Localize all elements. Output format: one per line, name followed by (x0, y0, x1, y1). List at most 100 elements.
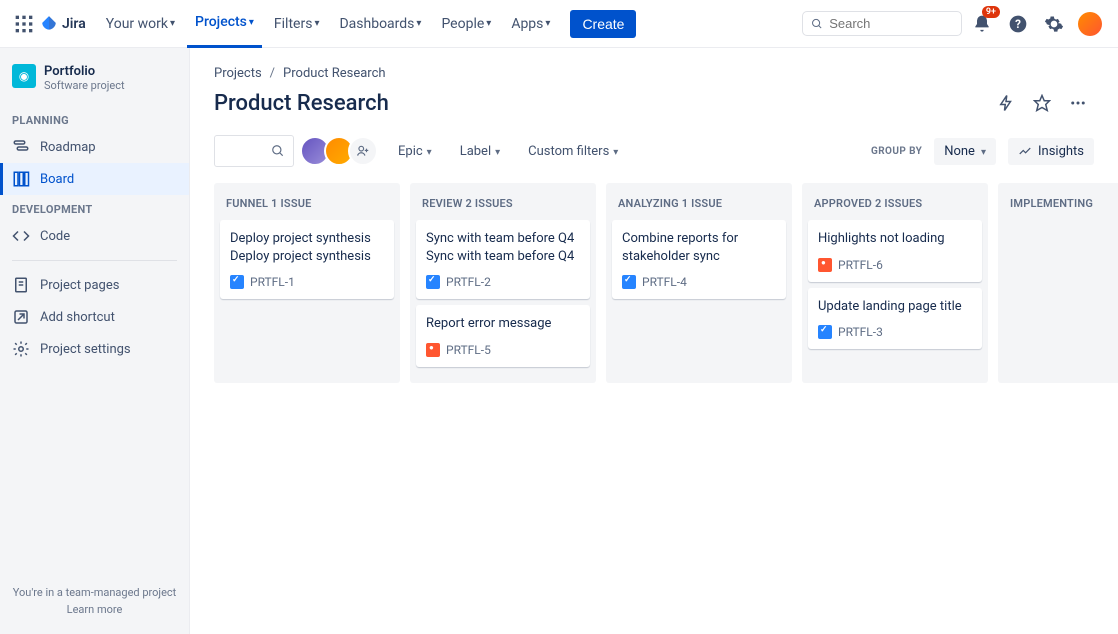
sidebar-roadmap[interactable]: Roadmap (0, 131, 189, 163)
section-planning: PLANNING (0, 106, 189, 131)
issue-card[interactable]: Deploy project synthesis Deploy project … (220, 220, 394, 299)
column-header[interactable]: APPROVED 2 ISSUES (808, 189, 982, 220)
page-title: Product Research (214, 91, 389, 116)
notification-badge: 9+ (982, 6, 1000, 18)
shortcut-icon (12, 308, 30, 326)
chevron-down-icon: ▾ (486, 18, 491, 29)
sidebar: ◉ Portfolio Software project PLANNING Ro… (0, 48, 190, 634)
search-icon (271, 144, 285, 158)
help-icon[interactable]: ? (1002, 8, 1034, 40)
column-header[interactable]: FUNNEL 1 ISSUE (220, 189, 394, 220)
nav-people[interactable]: People▾ (433, 0, 499, 48)
more-icon[interactable] (1062, 87, 1094, 119)
sidebar-footer: You're in a team-managed project Learn m… (0, 576, 189, 626)
notifications-icon[interactable]: 9+ (966, 8, 998, 40)
project-icon: ◉ (12, 64, 36, 88)
chevron-down-icon (427, 144, 432, 159)
custom-filters[interactable]: Custom filters (520, 138, 626, 165)
breadcrumb-projects[interactable]: Projects (214, 66, 262, 81)
app-name: Jira (62, 16, 86, 32)
top-nav: Jira Your work▾ Projects▾ Filters▾ Dashb… (0, 0, 1118, 48)
board-column: IMPLEMENTING (998, 183, 1118, 383)
search-input[interactable] (829, 16, 953, 31)
chevron-down-icon: ▾ (545, 18, 550, 29)
nav-your-work[interactable]: Your work▾ (98, 0, 183, 48)
issue-key: PRTFL-4 (642, 275, 687, 289)
sidebar-board[interactable]: Board (0, 163, 189, 195)
task-icon (426, 275, 440, 289)
issue-key: PRTFL-2 (446, 275, 491, 289)
sidebar-add-shortcut[interactable]: Add shortcut (0, 301, 189, 333)
card-title: Update landing page title (818, 298, 972, 316)
app-switcher-icon[interactable] (12, 12, 36, 36)
groupby-select[interactable]: None (934, 138, 996, 165)
issue-card[interactable]: Combine reports for stakeholder sync PRTF… (612, 220, 786, 299)
kanban-board: FUNNEL 1 ISSUE Deploy project synthesis D… (214, 183, 1094, 383)
card-title: Highlights not loading (818, 230, 972, 248)
bug-icon (818, 258, 832, 272)
board-column: ANALYZING 1 ISSUECombine reports for sta… (606, 183, 792, 383)
board-column: FUNNEL 1 ISSUE Deploy project synthesis D… (214, 183, 400, 383)
add-people-icon[interactable] (348, 136, 378, 166)
task-icon (622, 275, 636, 289)
sidebar-code[interactable]: Code (0, 220, 189, 252)
profile-avatar[interactable] (1074, 8, 1106, 40)
roadmap-icon (12, 138, 30, 156)
task-icon (818, 325, 832, 339)
chevron-down-icon (981, 144, 986, 159)
jira-logo[interactable]: Jira (40, 15, 86, 33)
search-icon (811, 17, 823, 31)
main-content: Projects / Product Research Product Rese… (190, 48, 1118, 634)
project-header[interactable]: ◉ Portfolio Software project (0, 64, 189, 106)
groupby-label: GROUP BY (871, 146, 922, 157)
issue-card[interactable]: Report error message PRTFL-5 (416, 305, 590, 367)
global-search[interactable] (802, 11, 962, 36)
svg-text:?: ? (1015, 17, 1021, 31)
issue-key: PRTFL-3 (838, 325, 883, 339)
pages-icon (12, 276, 30, 294)
board-icon (12, 170, 30, 188)
issue-card[interactable]: Sync with team before Q4 Sync with team … (416, 220, 590, 299)
chevron-down-icon: ▾ (416, 18, 421, 29)
label-filter[interactable]: Label (452, 138, 508, 165)
sidebar-project-settings[interactable]: Project settings (0, 333, 189, 365)
board-column: REVIEW 2 ISSUESSync with team before Q4 … (410, 183, 596, 383)
breadcrumb-current[interactable]: Product Research (283, 66, 386, 81)
nav-dashboards[interactable]: Dashboards▾ (331, 0, 429, 48)
sidebar-project-pages[interactable]: Project pages (0, 269, 189, 301)
task-icon (230, 275, 244, 289)
chevron-down-icon: ▾ (249, 17, 254, 28)
assignee-filter[interactable] (306, 136, 378, 166)
issue-card[interactable]: Highlights not loading PRTFL-6 (808, 220, 982, 282)
column-header[interactable]: IMPLEMENTING (1004, 189, 1118, 220)
star-icon[interactable] (1026, 87, 1058, 119)
settings-icon[interactable] (1038, 8, 1070, 40)
insights-icon (1018, 144, 1032, 158)
card-title: Report error message (426, 315, 580, 333)
section-development: DEVELOPMENT (0, 195, 189, 220)
board-search[interactable] (214, 135, 294, 167)
chevron-down-icon: ▾ (314, 18, 319, 29)
insights-button[interactable]: Insights (1008, 138, 1094, 165)
chevron-down-icon (495, 144, 500, 159)
automation-icon[interactable] (990, 87, 1022, 119)
column-header[interactable]: REVIEW 2 ISSUES (416, 189, 590, 220)
column-header[interactable]: ANALYZING 1 ISSUE (612, 189, 786, 220)
nav-filters[interactable]: Filters▾ (266, 0, 328, 48)
card-title: Combine reports for stakeholder sync (622, 230, 776, 265)
issue-card[interactable]: Update landing page title PRTFL-3 (808, 288, 982, 350)
board-toolbar: Epic Label Custom filters GROUP BY None … (214, 135, 1094, 167)
nav-apps[interactable]: Apps▾ (503, 0, 558, 48)
issue-key: PRTFL-6 (838, 258, 883, 272)
issue-key: PRTFL-1 (250, 275, 295, 289)
chevron-down-icon (613, 144, 618, 159)
code-icon (12, 227, 30, 245)
issue-key: PRTFL-5 (446, 343, 491, 357)
nav-projects[interactable]: Projects▾ (187, 0, 262, 48)
learn-more-link[interactable]: Learn more (10, 603, 179, 616)
breadcrumb: Projects / Product Research (214, 66, 1094, 81)
epic-filter[interactable]: Epic (390, 138, 440, 165)
gear-icon (12, 340, 30, 358)
create-button[interactable]: Create (570, 10, 636, 38)
card-title: Deploy project synthesis Deploy project … (230, 230, 384, 265)
